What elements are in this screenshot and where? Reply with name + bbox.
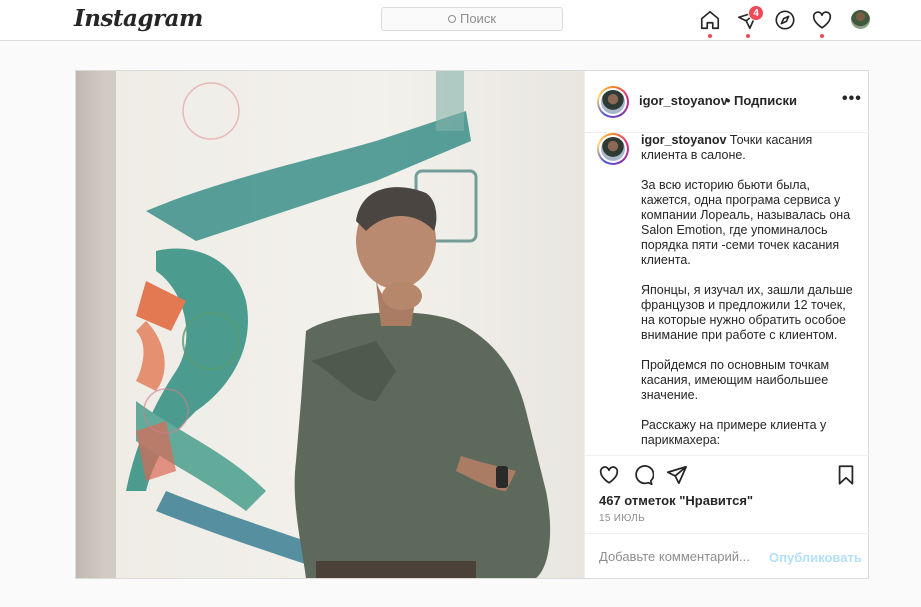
more-options-button[interactable]: •••: [842, 90, 862, 108]
caption-area: igor_stoyanov Точки касания клиента в са…: [585, 133, 869, 455]
header-separator: •: [726, 93, 731, 108]
author-username[interactable]: igor_stoyanov: [639, 93, 728, 108]
post-card: igor_stoyanov • Подписки ••• igor_stoyan…: [75, 70, 869, 579]
heart-icon[interactable]: [598, 464, 620, 486]
search-placeholder: Поиск: [459, 11, 497, 26]
caption-username[interactable]: igor_stoyanov: [641, 133, 726, 147]
post-header: igor_stoyanov • Подписки •••: [585, 71, 869, 133]
home-active-dot: [708, 34, 712, 38]
caption-text: igor_stoyanov Точки касания клиента в са…: [641, 133, 855, 455]
direct-unread-badge: 4: [748, 5, 764, 21]
instagram-logo[interactable]: Instagram: [74, 5, 203, 32]
post-date[interactable]: 15 ИЮЛЬ: [599, 513, 645, 524]
activity-dot: [820, 34, 824, 38]
search-icon: [447, 15, 456, 23]
comment-icon[interactable]: [632, 464, 654, 486]
caption-author-avatar[interactable]: [597, 133, 629, 165]
caption-paragraph: Расскажу на примере клиента у парикмахер…: [641, 418, 827, 447]
top-navigation-bar: Instagram Поиск 4: [0, 0, 921, 41]
share-icon[interactable]: [666, 464, 688, 486]
bookmark-icon[interactable]: [835, 464, 857, 486]
like-count[interactable]: 467 отметок "Нравится": [599, 493, 753, 508]
home-icon[interactable]: [699, 9, 721, 31]
post-photo-artwork: [76, 71, 584, 578]
post-sidebar: igor_stoyanov • Подписки ••• igor_stoyan…: [584, 71, 869, 578]
direct-dot: [746, 34, 750, 38]
post-actions: 467 отметок "Нравится" 15 ИЮЛЬ: [585, 455, 869, 533]
comment-input[interactable]: Добавьте комментарий...: [599, 549, 750, 564]
follow-button[interactable]: Подписки: [734, 93, 797, 108]
wall-edge: [76, 71, 116, 578]
caption-paragraph: Пройдемся по основным точкам касания, им…: [641, 358, 830, 402]
heart-icon[interactable]: [811, 9, 833, 31]
comment-bar: Добавьте комментарий... Опубликовать: [585, 533, 869, 578]
author-avatar[interactable]: [597, 86, 629, 118]
compass-icon[interactable]: [774, 9, 796, 31]
caption-paragraph: Японцы, я изучал их, зашли дальше францу…: [641, 283, 853, 342]
search-input[interactable]: Поиск: [381, 7, 563, 31]
profile-avatar[interactable]: [851, 10, 870, 29]
publish-button[interactable]: Опубликовать: [769, 550, 862, 565]
post-photo[interactable]: [76, 71, 584, 578]
caption-paragraph: За всю историю бьюти была, кажется, одна…: [641, 178, 851, 267]
